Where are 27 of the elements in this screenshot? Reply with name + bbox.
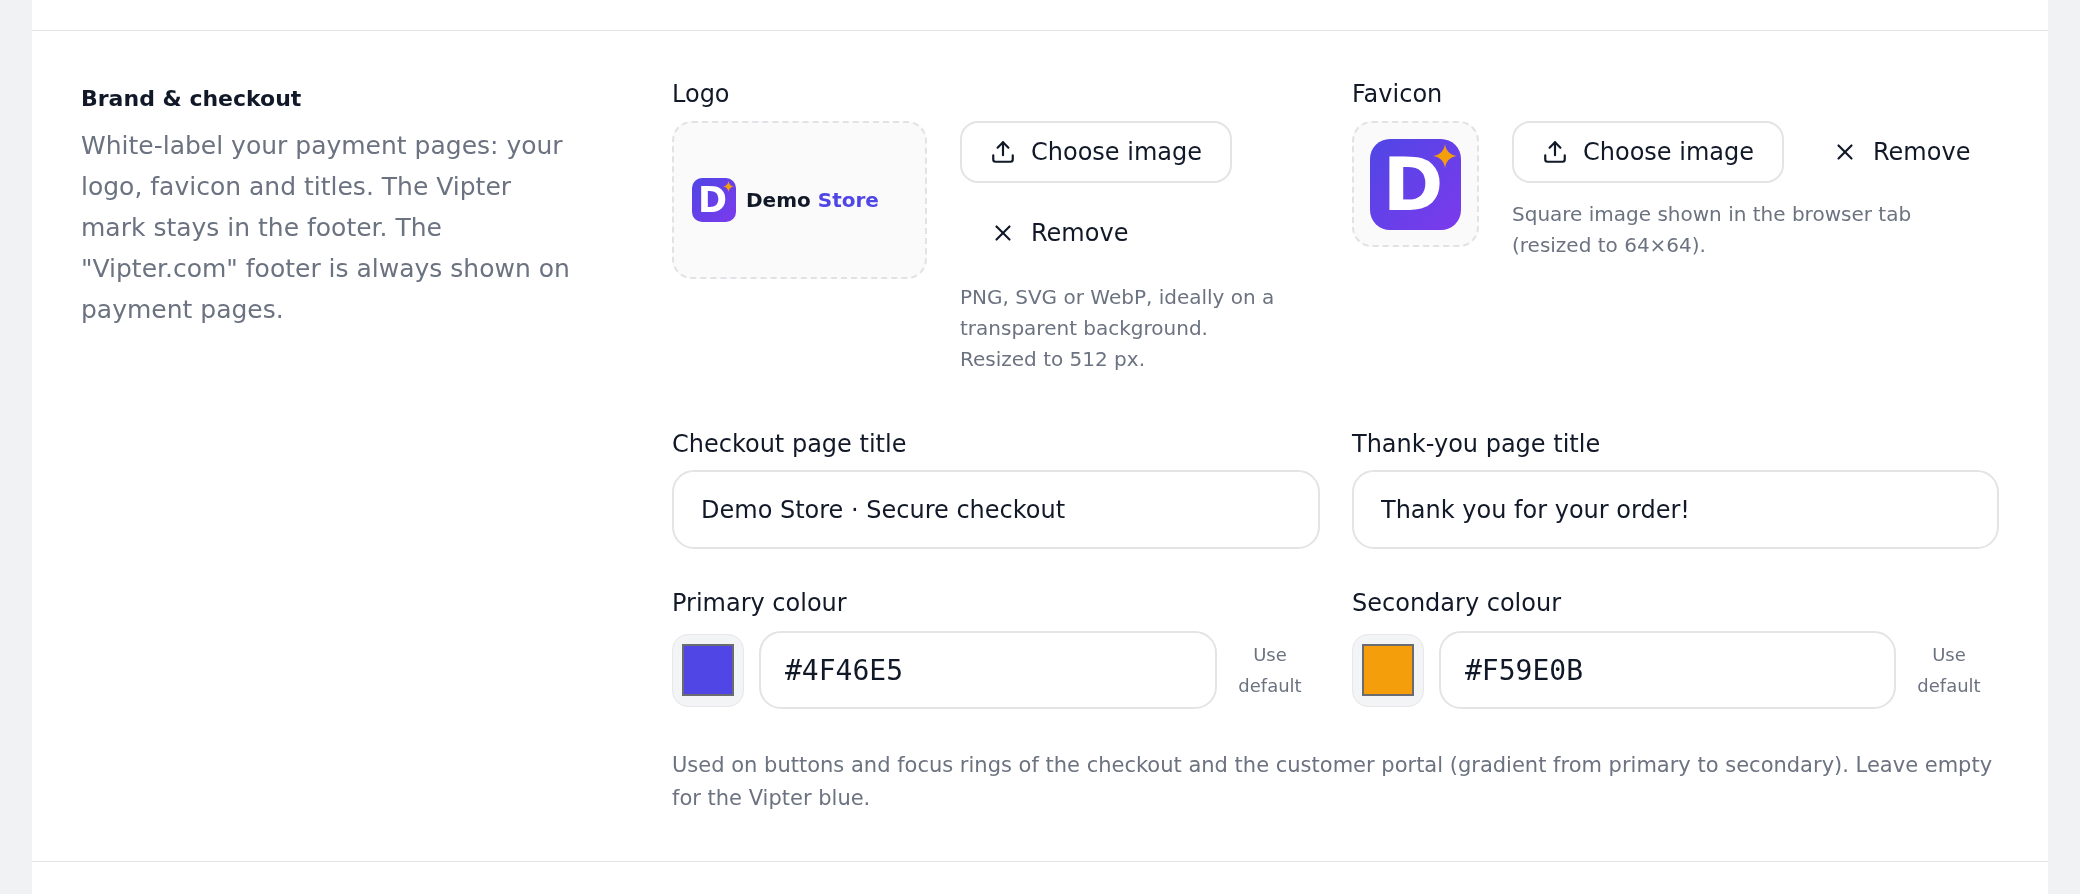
colour-hint: Used on buttons and focus rings of the checkout and the customer portal (gradient from primary to secondary). Leave empty for the Vipter blue. [672,752,1994,812]
field-label: Primary colour [672,588,847,618]
hex-input[interactable]: #F59E0B [1439,631,1896,709]
use-default-button[interactable]: Use default [1220,639,1320,701]
upload-icon [990,139,1016,165]
logo-letter: D [697,182,728,218]
field-label: Checkout page title [672,429,907,459]
color-picker-button[interactable] [672,633,744,707]
text-input[interactable]: Demo Store · Secure checkout [672,470,1320,549]
upload-icon [1542,139,1568,165]
color-picker-button[interactable] [1352,633,1424,707]
logo-letter: D [1382,147,1444,221]
choose-image-button[interactable]: Choose image [1512,121,1784,183]
field-label: Secondary colour [1352,588,1562,618]
text-input[interactable]: Thank you for your order! [1352,470,1999,549]
logo-text: Store [817,188,879,212]
field-label: Favicon [1352,79,1443,109]
field-label: Logo [672,79,730,109]
section-title: Brand & checkout [81,85,302,113]
logo-text: Demo [746,188,811,212]
use-default-button[interactable]: Use default [1899,639,1999,701]
hint-text: Square image shown in the browser tab (resized to 64×64). [1512,201,1913,259]
choose-image-button[interactable]: Choose image [960,121,1232,183]
hint-text: PNG, SVG or WebP, ideally on a transparent background. Resized to 512 px. [960,284,1276,373]
hex-input[interactable]: #4F46E5 [759,631,1217,709]
field-label: Thank-you page title [1352,429,1601,459]
section-description: White-label your payment pages: your logo, favicon and titles. The Vipter mark stays in the footer. The "Vipter.com" footer is always shown on payment pages. [81,130,571,326]
